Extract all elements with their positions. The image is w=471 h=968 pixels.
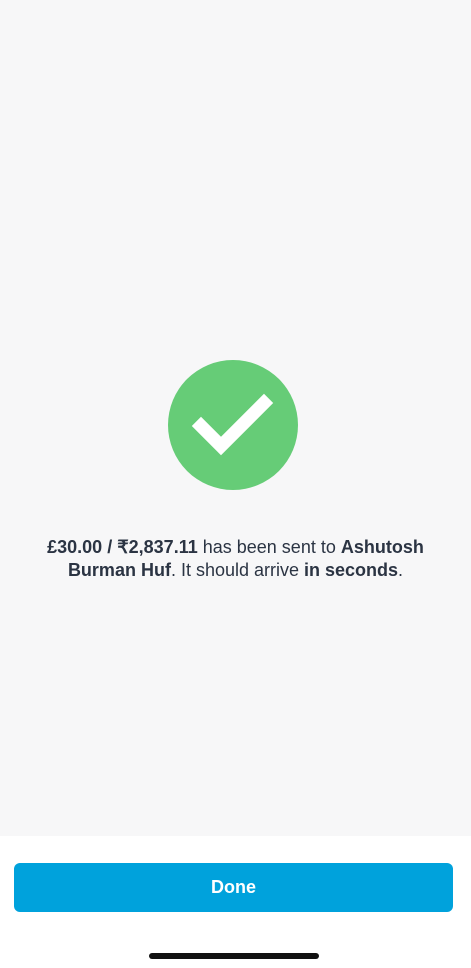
done-button[interactable]: Done	[14, 863, 453, 912]
sent-message-text: has been sent to	[197, 537, 341, 557]
arrival-message-text: . It should arrive	[170, 560, 304, 580]
bottom-action-area: Done	[0, 836, 471, 968]
confirmation-message: £30.00 / ₹2,837.11 has been sent to Ashu…	[24, 536, 447, 582]
transfer-success-screen: £30.00 / ₹2,837.11 has been sent to Ashu…	[0, 0, 471, 836]
checkmark-icon	[191, 393, 274, 456]
success-circle	[168, 360, 298, 490]
home-indicator[interactable]	[149, 953, 319, 959]
arrival-time: in seconds	[304, 560, 399, 580]
sent-amount: £30.00 / ₹2,837.11	[47, 537, 198, 557]
message-period: .	[398, 560, 404, 580]
